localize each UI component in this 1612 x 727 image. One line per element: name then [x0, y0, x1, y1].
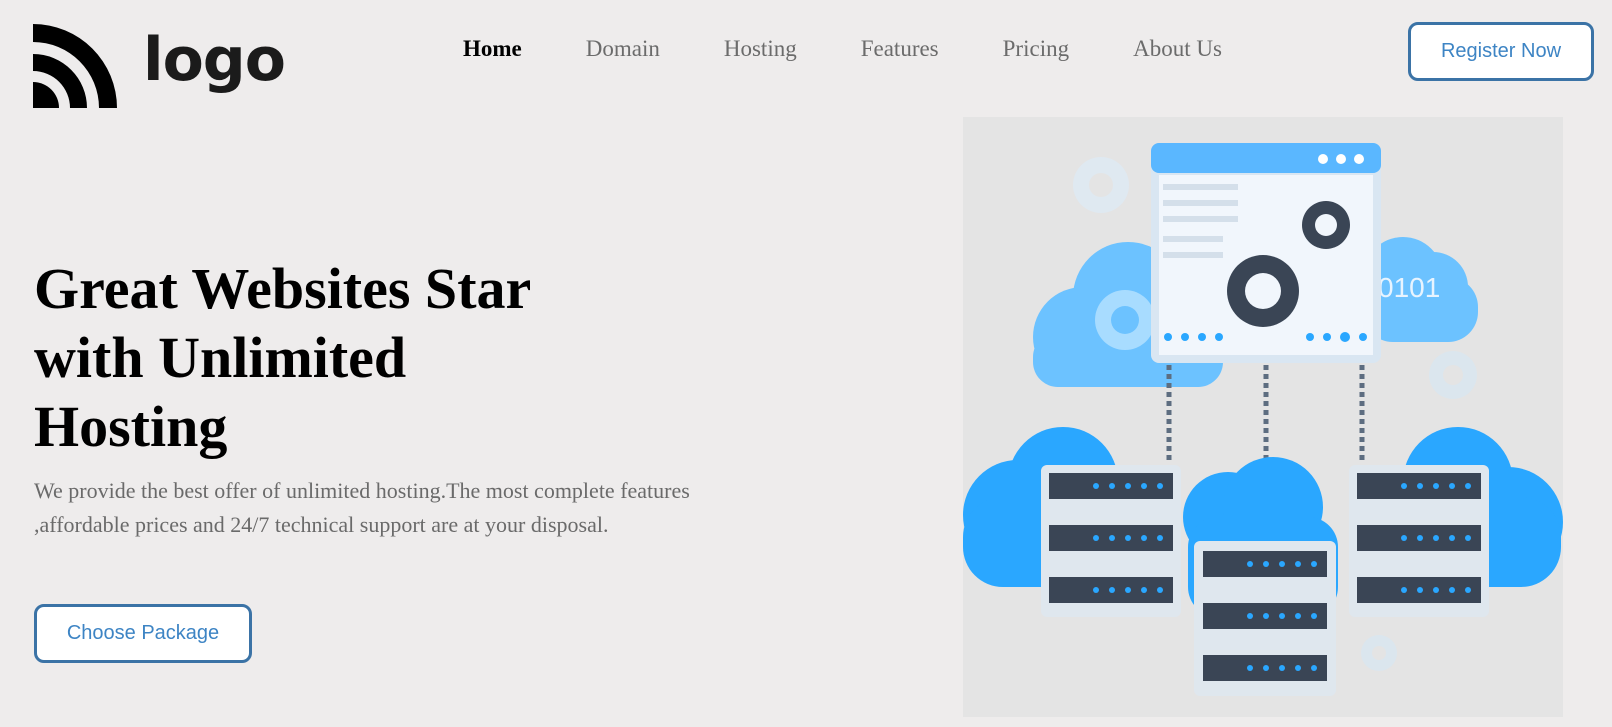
hero-title-line-1: Great Websites Star	[34, 256, 532, 321]
nav-features[interactable]: Features	[861, 36, 939, 62]
gear-icon	[1302, 201, 1350, 249]
gear-icon	[1429, 351, 1477, 399]
logo-mark-icon	[33, 24, 117, 108]
nav-domain[interactable]: Domain	[586, 36, 660, 62]
main-nav: Home Domain Hosting Features Pricing Abo…	[463, 36, 1286, 62]
server-rack-icon	[1041, 465, 1181, 617]
choose-package-button[interactable]: Choose Package	[34, 604, 252, 663]
nav-pricing[interactable]: Pricing	[1003, 36, 1069, 62]
gear-icon	[1227, 255, 1299, 327]
nav-hosting[interactable]: Hosting	[724, 36, 797, 62]
logo-text: logo	[143, 25, 286, 95]
gear-icon	[1095, 290, 1155, 350]
hero-title-line-2: with Unlimited	[34, 325, 407, 390]
site-logo[interactable]: logo	[33, 24, 286, 108]
register-now-button[interactable]: Register Now	[1408, 22, 1594, 81]
hero-title-line-3: Hosting	[34, 394, 228, 459]
hero-title: Great Websites Star with Unlimited Hosti…	[34, 254, 634, 461]
hosting-illustration: 0101	[963, 117, 1563, 717]
hero-description: We provide the best offer of unlimited h…	[34, 478, 690, 537]
server-rack-icon	[1349, 465, 1489, 617]
nav-home[interactable]: Home	[463, 36, 522, 62]
browser-window	[1151, 143, 1381, 363]
nav-about-us[interactable]: About Us	[1133, 36, 1222, 62]
server-rack-icon	[1194, 541, 1336, 696]
gear-icon	[1073, 157, 1129, 213]
gear-icon	[1361, 635, 1397, 671]
binary-text: 0101	[1378, 272, 1440, 303]
